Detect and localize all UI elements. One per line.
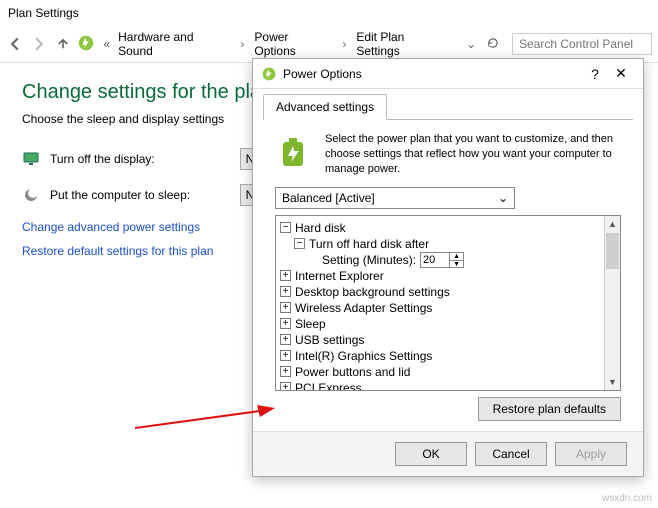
help-button[interactable]: ?	[583, 66, 607, 82]
settings-tree: −Hard disk −Turn off hard disk after Set…	[275, 215, 621, 391]
ok-button[interactable]: OK	[395, 442, 467, 466]
tab-advanced-settings[interactable]: Advanced settings	[263, 94, 387, 120]
expand-icon[interactable]: +	[280, 334, 291, 345]
dialog-titlebar: Power Options ? ✕	[253, 59, 643, 89]
expand-icon[interactable]: +	[280, 270, 291, 281]
breadcrumb-power[interactable]: Power Options	[254, 30, 332, 58]
expand-icon[interactable]: +	[280, 350, 291, 361]
tree-desktop-background[interactable]: +Desktop background settings	[280, 284, 600, 300]
scroll-up-icon[interactable]: ▲	[605, 216, 620, 232]
tree-sleep[interactable]: +Sleep	[280, 316, 600, 332]
chevron-right-icon: ›	[240, 37, 244, 51]
dialog-footer: OK Cancel Apply	[253, 431, 643, 476]
window-title: Plan Settings	[0, 0, 658, 26]
tree-pci-express[interactable]: +PCI Express	[280, 380, 600, 390]
battery-icon	[275, 132, 315, 172]
power-plan-dropdown[interactable]: Balanced [Active] ⌄	[275, 187, 515, 209]
spinner-up-icon[interactable]: ▲	[450, 253, 463, 261]
expand-icon[interactable]: +	[280, 318, 291, 329]
moon-icon	[22, 186, 40, 204]
setting-minutes-spinner[interactable]: ▲▼	[420, 252, 464, 268]
chevron-right-icon: ›	[342, 37, 346, 51]
power-icon	[261, 66, 277, 82]
breadcrumb-chevron-left: «	[103, 37, 110, 51]
monitor-icon	[22, 150, 40, 168]
restore-plan-defaults-button[interactable]: Restore plan defaults	[478, 397, 621, 421]
expand-icon[interactable]: +	[280, 302, 291, 313]
display-off-label: Turn off the display:	[50, 152, 230, 166]
dialog-info: Select the power plan that you want to c…	[275, 132, 621, 177]
tree-hard-disk[interactable]: −Hard disk	[280, 220, 600, 236]
refresh-icon[interactable]	[486, 36, 506, 53]
up-icon[interactable]	[54, 35, 72, 53]
breadcrumb-edit-plan[interactable]: Edit Plan Settings	[356, 30, 450, 58]
annotation-arrow-icon	[135, 403, 275, 433]
power-options-dialog: Power Options ? ✕ Advanced settings Sele…	[252, 58, 644, 477]
tree-usb-settings[interactable]: +USB settings	[280, 332, 600, 348]
breadcrumb-dropdown-icon[interactable]: ⌄	[466, 37, 476, 51]
tree-power-buttons[interactable]: +Power buttons and lid	[280, 364, 600, 380]
tree-turn-off-hdd[interactable]: −Turn off hard disk after	[280, 236, 600, 252]
sleep-label: Put the computer to sleep:	[50, 188, 230, 202]
tree-scrollbar[interactable]: ▲ ▼	[604, 216, 620, 390]
collapse-icon[interactable]: −	[294, 238, 305, 249]
expand-icon[interactable]: +	[280, 286, 291, 297]
power-plan-value: Balanced [Active]	[282, 191, 375, 205]
setting-minutes-label: Setting (Minutes):	[322, 253, 416, 267]
expand-icon[interactable]: +	[280, 366, 291, 377]
search-input[interactable]	[512, 33, 652, 55]
forward-icon[interactable]	[30, 35, 48, 53]
dialog-info-text: Select the power plan that you want to c…	[325, 132, 621, 177]
power-plan-icon	[77, 34, 95, 55]
cancel-button[interactable]: Cancel	[475, 442, 547, 466]
chevron-down-icon: ⌄	[498, 191, 508, 205]
close-button[interactable]: ✕	[607, 65, 635, 82]
apply-button[interactable]: Apply	[555, 442, 627, 466]
restore-row: Restore plan defaults	[275, 397, 621, 421]
scroll-thumb[interactable]	[606, 233, 619, 269]
setting-minutes-input[interactable]	[420, 252, 450, 268]
watermark: wsxdn.com	[602, 493, 652, 504]
dialog-title: Power Options	[283, 67, 583, 81]
scroll-down-icon[interactable]: ▼	[605, 374, 620, 390]
tree-setting-minutes: Setting (Minutes): ▲▼	[280, 252, 600, 268]
dialog-body: Advanced settings Select the power plan …	[253, 89, 643, 431]
breadcrumb-hardware[interactable]: Hardware and Sound	[118, 30, 230, 58]
collapse-icon[interactable]: −	[280, 222, 291, 233]
tab-strip: Advanced settings	[263, 93, 633, 120]
tree-wireless-adapter[interactable]: +Wireless Adapter Settings	[280, 300, 600, 316]
tree-intel-graphics[interactable]: +Intel(R) Graphics Settings	[280, 348, 600, 364]
tree-internet-explorer[interactable]: +Internet Explorer	[280, 268, 600, 284]
spinner-down-icon[interactable]: ▼	[450, 261, 463, 268]
back-icon[interactable]	[6, 35, 24, 53]
expand-icon[interactable]: +	[280, 382, 291, 390]
